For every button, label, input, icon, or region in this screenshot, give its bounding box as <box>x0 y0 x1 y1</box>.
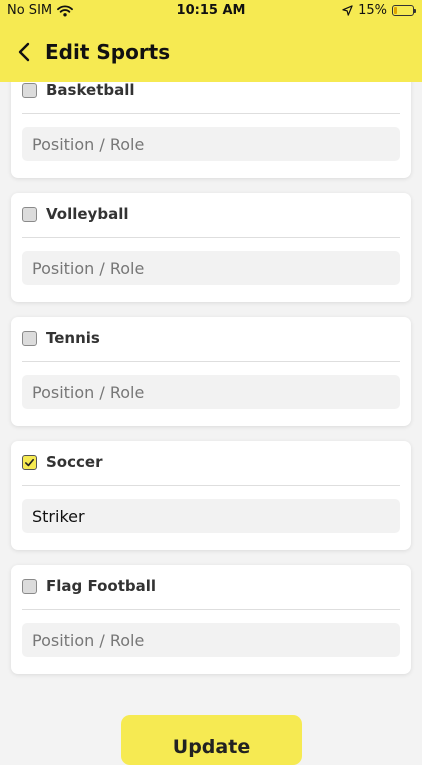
sport-checkbox[interactable] <box>22 206 37 222</box>
sport-label: Tennis <box>46 329 100 347</box>
sport-label: Flag Football <box>46 577 157 595</box>
nav-bar: Edit Sports <box>0 36 422 68</box>
sport-card-flag-football: Flag Football <box>11 565 411 674</box>
sport-card-basketball: Basketball <box>11 69 411 178</box>
sport-row[interactable]: Basketball <box>22 79 135 101</box>
sport-checkbox[interactable] <box>22 330 37 346</box>
sport-checkbox[interactable] <box>22 578 37 594</box>
status-right: 15% <box>342 3 416 18</box>
sport-row[interactable]: Tennis <box>22 327 100 349</box>
role-input[interactable] <box>22 251 400 285</box>
sport-card-tennis: Tennis <box>11 317 411 426</box>
page-title: Edit Sports <box>45 40 171 64</box>
divider <box>22 361 400 362</box>
battery-icon <box>392 5 416 16</box>
divider <box>22 609 400 610</box>
role-input[interactable] <box>22 499 400 533</box>
status-bar: No SIM 10:15 AM 15% <box>0 0 422 22</box>
app-header: No SIM 10:15 AM 15% Edit Sports <box>0 0 422 82</box>
battery-percent: 15% <box>358 3 387 18</box>
divider <box>22 113 400 114</box>
checkmark-icon <box>25 458 34 466</box>
sport-row[interactable]: Soccer <box>22 451 102 473</box>
sports-list[interactable]: Basketball Volleyball Tennis Soccer <box>0 0 422 765</box>
sport-checkbox[interactable] <box>22 82 37 98</box>
sport-card-volleyball: Volleyball <box>11 193 411 302</box>
location-arrow-icon <box>342 5 353 16</box>
role-input[interactable] <box>22 623 400 657</box>
battery-level <box>394 7 397 14</box>
sport-row[interactable]: Flag Football <box>22 575 156 597</box>
back-button[interactable] <box>9 37 39 67</box>
role-input[interactable] <box>22 375 400 409</box>
sport-label: Basketball <box>46 81 135 99</box>
sport-checkbox[interactable] <box>22 454 37 470</box>
divider <box>22 485 400 486</box>
chevron-left-icon <box>18 42 30 62</box>
role-input[interactable] <box>22 127 400 161</box>
divider <box>22 237 400 238</box>
update-button[interactable]: Update <box>121 715 302 765</box>
sport-label: Volleyball <box>46 205 129 223</box>
sport-card-soccer: Soccer <box>11 441 411 550</box>
sport-row[interactable]: Volleyball <box>22 203 128 225</box>
sport-label: Soccer <box>46 453 103 471</box>
